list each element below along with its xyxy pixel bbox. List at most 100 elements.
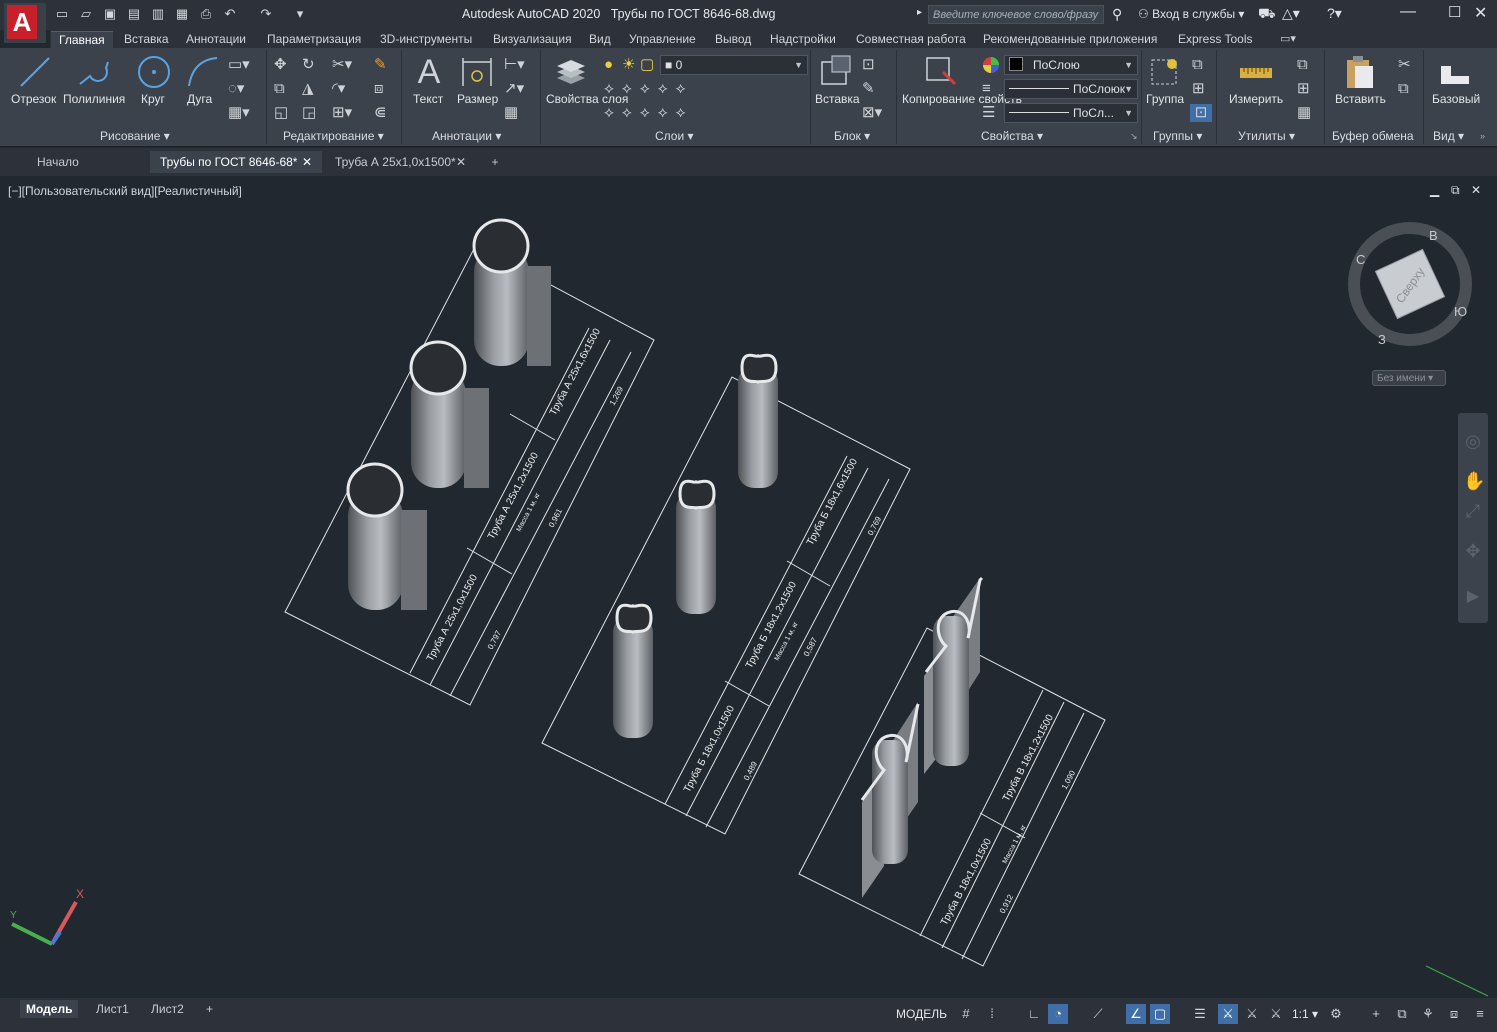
mirror-icon[interactable]: ◮ [302,80,314,98]
edit-block-icon[interactable]: ✎ [862,80,875,98]
layout-tab-sheet1[interactable]: Лист1 [90,1000,135,1018]
polyline-tool-icon[interactable] [76,54,112,90]
arc-tool-label[interactable]: Дуга [187,92,212,106]
tab-addins[interactable]: Надстройки [770,31,836,48]
select-all-icon[interactable]: ⊞ [1297,80,1310,98]
insert-block-icon[interactable] [818,54,854,90]
units-icon[interactable]: ⧉ [1392,1004,1412,1024]
group-selection-icon[interactable]: ⊡ [1190,104,1212,122]
text-tool-icon[interactable]: A [412,54,446,90]
move-icon[interactable]: ✥ [274,56,287,74]
print-icon[interactable]: ⎙ [198,6,214,22]
pipe-a-1[interactable] [472,218,551,366]
layer-dropdown[interactable]: ■ 0 ▼ [660,55,808,75]
edit-attributes-icon[interactable]: ⊠▾ [862,104,882,122]
close-tab-icon[interactable]: ✕ [456,151,466,173]
tab-drawing-pipe-a[interactable]: Труба А 25x1,0x1500* ✕ [326,151,476,173]
showmotion-icon[interactable]: ▶ [1463,588,1483,606]
rotate-icon[interactable]: ↻ [302,56,315,74]
tab-express-tools[interactable]: Express Tools [1178,31,1252,48]
view-panel-title[interactable]: Вид ▾ [1433,129,1464,143]
quick-select-icon[interactable]: ⧉ [1297,56,1308,74]
offset-icon[interactable]: ⋐ [374,104,387,122]
new-file-icon[interactable]: ▭ [54,6,70,22]
tab-start[interactable]: Начало [8,151,148,173]
steering-wheel-icon[interactable]: ◎ [1463,432,1483,450]
a360-icon[interactable]: △▾ [1282,5,1300,22]
dimension-tool-label[interactable]: Размер [457,92,498,106]
group-icon[interactable] [1148,54,1184,90]
measure-label[interactable]: Измерить [1229,92,1283,106]
object-snap-icon[interactable]: ▢ [1150,1004,1170,1024]
orbit-icon[interactable]: ✥ [1463,542,1483,560]
tab-drawing-pipes[interactable]: Трубы по ГОСТ 8646-68* ✕ [150,151,322,173]
line-tool-icon[interactable] [17,54,53,90]
layer-properties-icon[interactable] [553,54,589,90]
hatch-tool-icon[interactable]: ◌▾ [228,80,244,98]
isodraft-icon[interactable]: ⟋ [1088,1004,1108,1024]
ribbon-display-toggle-icon[interactable]: ▭▾ [1280,31,1296,48]
tab-insert[interactable]: Вставка [124,31,169,48]
pipe-b-2[interactable] [676,479,716,614]
measure-icon[interactable] [1238,58,1274,88]
polar-tracking-icon[interactable]: ◔ [1048,1004,1068,1024]
new-layout-button[interactable]: + [200,1000,219,1018]
isolate-objects-icon[interactable]: ⧈ [1444,1004,1464,1024]
quick-properties-icon[interactable]: ⚘ [1418,1004,1438,1024]
stretch-icon[interactable]: ◱ [274,104,288,122]
tab-collaborate[interactable]: Совместная работа [856,31,966,48]
search-input[interactable]: Введите ключевое слово/фразу [928,5,1104,24]
open-file-icon[interactable]: ▱ [78,6,94,22]
group-label[interactable]: Группа [1146,92,1184,106]
insert-block-label[interactable]: Вставка [815,92,860,106]
pipe-a-2[interactable] [409,340,489,488]
layer-tools-row-2[interactable]: ⟡⟡⟡⟡⟡ [604,104,728,122]
copy-icon[interactable]: ⧉ [274,80,285,98]
tab-annotate[interactable]: Аннотации [186,31,246,48]
application-menu-button[interactable]: A [4,3,46,43]
publish-icon[interactable]: ▥ [150,6,166,22]
pipe-v-2[interactable] [860,702,920,898]
circle-tool-icon[interactable] [136,54,172,90]
zoom-extents-icon[interactable]: ⤢ [1463,502,1483,520]
customize-qat-icon[interactable]: ▾ [292,6,308,22]
draw-panel-title[interactable]: Рисование ▾ [100,129,170,143]
lineweight-display-icon[interactable]: ☰ [1190,1004,1210,1024]
base-view-icon[interactable] [1437,54,1473,90]
ungroup-icon[interactable]: ⧉ [1192,56,1203,74]
cart-icon[interactable]: ⛟ [1258,5,1276,24]
auto-scale-icon[interactable]: ⚔ [1242,1004,1262,1024]
tab-output[interactable]: Вывод [715,31,751,48]
viewcube[interactable]: Сверху С В Ю З [1346,220,1474,348]
pipe-b-1[interactable] [738,353,778,488]
base-view-label[interactable]: Базовый [1432,92,1480,106]
save-as-icon[interactable]: ▤ [126,6,142,22]
model-space-toggle[interactable]: МОДЕЛЬ [896,1004,947,1024]
paste-label[interactable]: Вставить [1335,92,1386,106]
rectangle-tool-icon[interactable]: ▭▾ [228,56,250,74]
annotation-monitor-icon[interactable]: + [1366,1004,1386,1024]
clipboard-panel-title[interactable]: Буфер обмена [1332,129,1414,143]
plot-preview-icon[interactable]: ▦ [174,6,190,22]
scale-icon[interactable]: ◲ [302,104,316,122]
leader-icon[interactable]: ↗▾ [504,80,524,98]
dimension-tool-icon[interactable] [459,54,495,90]
paste-icon[interactable] [1341,54,1377,90]
layout-tab-model[interactable]: Модель [20,1000,79,1018]
binoculars-icon[interactable]: ⚲ [1112,6,1122,23]
layer-freeze-icon[interactable]: ☀ [622,56,635,74]
customize-status-bar-icon[interactable]: ≡ [1470,1004,1490,1024]
groups-panel-title[interactable]: Группы ▾ [1153,129,1202,143]
annotation-visibility-icon[interactable]: ⚔ [1218,1004,1238,1024]
gradient-tool-icon[interactable]: ▦▾ [228,104,250,122]
save-icon[interactable]: ▣ [102,6,118,22]
undo-icon[interactable]: ↶ [222,6,238,22]
workspace-gear-icon[interactable]: ⚙ [1326,1004,1346,1024]
polyline-tool-label[interactable]: Полилиния [63,92,125,106]
cut-icon[interactable]: ✂ [1398,56,1411,74]
linear-dimension-icon[interactable]: ⊢▾ [504,56,525,74]
tab-parametric[interactable]: Параметризация [267,31,361,48]
erase-icon[interactable]: ✎ [374,56,387,74]
minimize-window-button[interactable]: — [1400,3,1416,21]
ucs-menu[interactable]: Без имени ▾ [1372,370,1446,386]
